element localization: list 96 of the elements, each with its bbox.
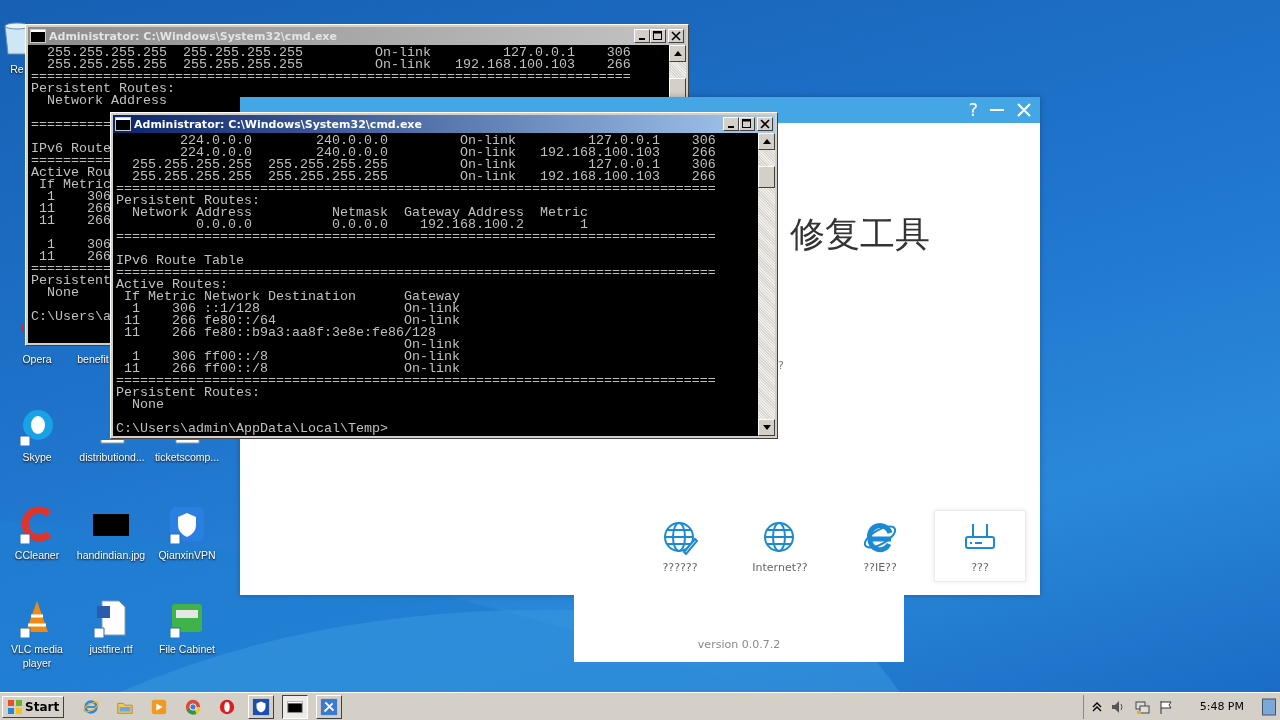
app-heading: 修复工具 (790, 213, 931, 255)
console-line: Persistent Routes: (116, 195, 260, 207)
console-line: 11 266 (38, 215, 111, 227)
console-line: 255.255.255.255 255.255.255.255 On-link 127.0.0.1 306 (131, 159, 716, 171)
console-line: 255.255.255.255 255.255.255.255 On-link 127.0.0.1 306 (46, 47, 631, 59)
console-line: =========================================================================== (116, 267, 716, 279)
taskbar-tools-icon[interactable] (316, 694, 343, 719)
console-line: Active Routes: (116, 279, 228, 291)
console-line: =========================================================================== (116, 183, 716, 195)
desktop-icon-label: justfire.rtf (89, 642, 133, 656)
console-line: 11 266 ff00::/8 On-link (123, 363, 460, 375)
start-button[interactable]: Start (2, 695, 65, 718)
close-button[interactable] (757, 117, 773, 131)
console-line: 224.0.0.0 240.0.0.0 On-link 127.0.0.1 306 (179, 135, 716, 147)
console-line: Active Rou (31, 167, 111, 179)
desktop-icon-label: Re (10, 62, 24, 76)
desktop-icon-label: handindian.jpg (76, 548, 146, 562)
desktop-icon-label: Opera (22, 352, 52, 366)
scroll-up-button[interactable] (758, 133, 775, 150)
scroll-down-button[interactable] (758, 419, 775, 436)
console-line: IPv6 Route Table (116, 255, 244, 267)
down-arrow-icon (762, 425, 771, 430)
clock[interactable]: 5:48 PM (1199, 700, 1244, 713)
desktop-icon-label: Skype (22, 450, 52, 464)
up-arrow-icon (673, 51, 682, 56)
minimize-button[interactable] (634, 29, 650, 43)
console-line: 0.0.0.0 0.0.0.0 192.168.100.2 1 (194, 219, 588, 231)
console-line: =========================================================================== (31, 71, 631, 83)
console-line: 11 266 (38, 251, 111, 263)
desktop-icon-label: QianxinVPN (158, 548, 216, 562)
console-line: On-link (402, 339, 460, 351)
minimize-icon (990, 109, 1004, 111)
console-line: =========================================================================== (116, 375, 716, 387)
console-line: IPv6 Route (31, 143, 111, 155)
desktop-icon-label: File Cabinet (159, 642, 215, 656)
taskbar-terminal-icon[interactable] (282, 694, 309, 719)
console-line: ========== (31, 155, 111, 167)
maximize-button[interactable] (739, 117, 755, 131)
console-line: C:\Users\a (31, 311, 111, 323)
console-line: ========== (31, 119, 111, 131)
scroll-up-button[interactable] (669, 45, 686, 62)
console-line: 1 306 ff00::/8 On-link (132, 351, 460, 363)
console-line: If Metric (38, 179, 111, 191)
console-line: =========================================================================== (116, 231, 716, 243)
tool-button[interactable]: ??? (934, 510, 1026, 582)
console-line: 1 306 (47, 239, 111, 251)
console-line: Persistent (31, 275, 111, 287)
console-line: 1 306 ::1/128 On-link (132, 303, 460, 315)
scroll-thumb[interactable] (758, 166, 775, 188)
minimize-button[interactable] (723, 117, 739, 131)
console-line: 224.0.0.0 240.0.0.0 On-link 192.168.100.103 266 (180, 147, 716, 159)
window-title: Administrator: C:\Windows\System32\cmd.exe (134, 117, 423, 131)
version-text: version 0.0.7.2 (697, 638, 781, 651)
maximize-icon (742, 119, 752, 129)
maximize-button[interactable] (650, 29, 666, 43)
console-line: 11 266 fe80::/64 On-link (123, 315, 460, 327)
taskbar-shield-icon[interactable] (248, 694, 275, 719)
window-title: Administrator: C:\Windows\System32\cmd.exe (49, 29, 338, 43)
close-icon (1016, 102, 1032, 118)
console-line: Network Address (46, 95, 167, 107)
scrollbar[interactable] (758, 133, 775, 436)
minimize-icon (639, 38, 645, 40)
show-desktop-button[interactable] (1262, 696, 1276, 717)
maximize-icon (653, 31, 663, 41)
network-icon[interactable] (1133, 698, 1150, 715)
scroll-thumb[interactable] (669, 78, 686, 100)
console-line: None (131, 399, 164, 411)
desktop-icon-label: CCleaner (14, 548, 60, 562)
console-line: None (46, 287, 79, 299)
console-line: 255.255.255.255 255.255.255.255 On-link 192.168.100.103 266 (131, 171, 716, 183)
console-line: 1 306 (47, 191, 111, 203)
close-icon (760, 119, 770, 129)
close-icon (671, 31, 681, 41)
up-arrow-icon (762, 139, 771, 144)
shield-icon[interactable] (167, 504, 207, 544)
desktop-icon-label: ticketscomp... (154, 450, 220, 464)
console-line: Persistent Routes: (116, 387, 260, 399)
console-line: ========== (31, 263, 111, 275)
console-line: Persistent Routes: (31, 83, 175, 95)
desktop-icon-label: benefit (77, 352, 109, 366)
console-line: Network Address Netmask Gateway Address Metric (131, 207, 588, 219)
console-line: C:\Users\admin\AppData\Local\Temp> (116, 423, 388, 435)
flag-icon[interactable] (1157, 698, 1174, 715)
note-text: ? (778, 359, 785, 372)
terminal-icon (115, 117, 131, 131)
windows-flag-icon (7, 698, 23, 715)
chevron-up-icon[interactable] (1091, 701, 1102, 712)
close-button[interactable] (668, 29, 684, 43)
terminal-icon (30, 29, 46, 43)
desktop-icon-label: distributiond... (79, 450, 145, 464)
console-line: 11 266 (38, 203, 111, 215)
minimize-icon (728, 126, 734, 128)
console-line: 11 266 fe80::b9a3:aa8f:3e8e:fe86/128 (123, 327, 436, 339)
console-line: If Metric Network Destination Gateway (123, 291, 460, 303)
console-line: 255.255.255.255 255.255.255.255 On-link 192.168.100.103 266 (46, 59, 631, 71)
desktop-icon-label: VLC media player (10, 642, 64, 670)
